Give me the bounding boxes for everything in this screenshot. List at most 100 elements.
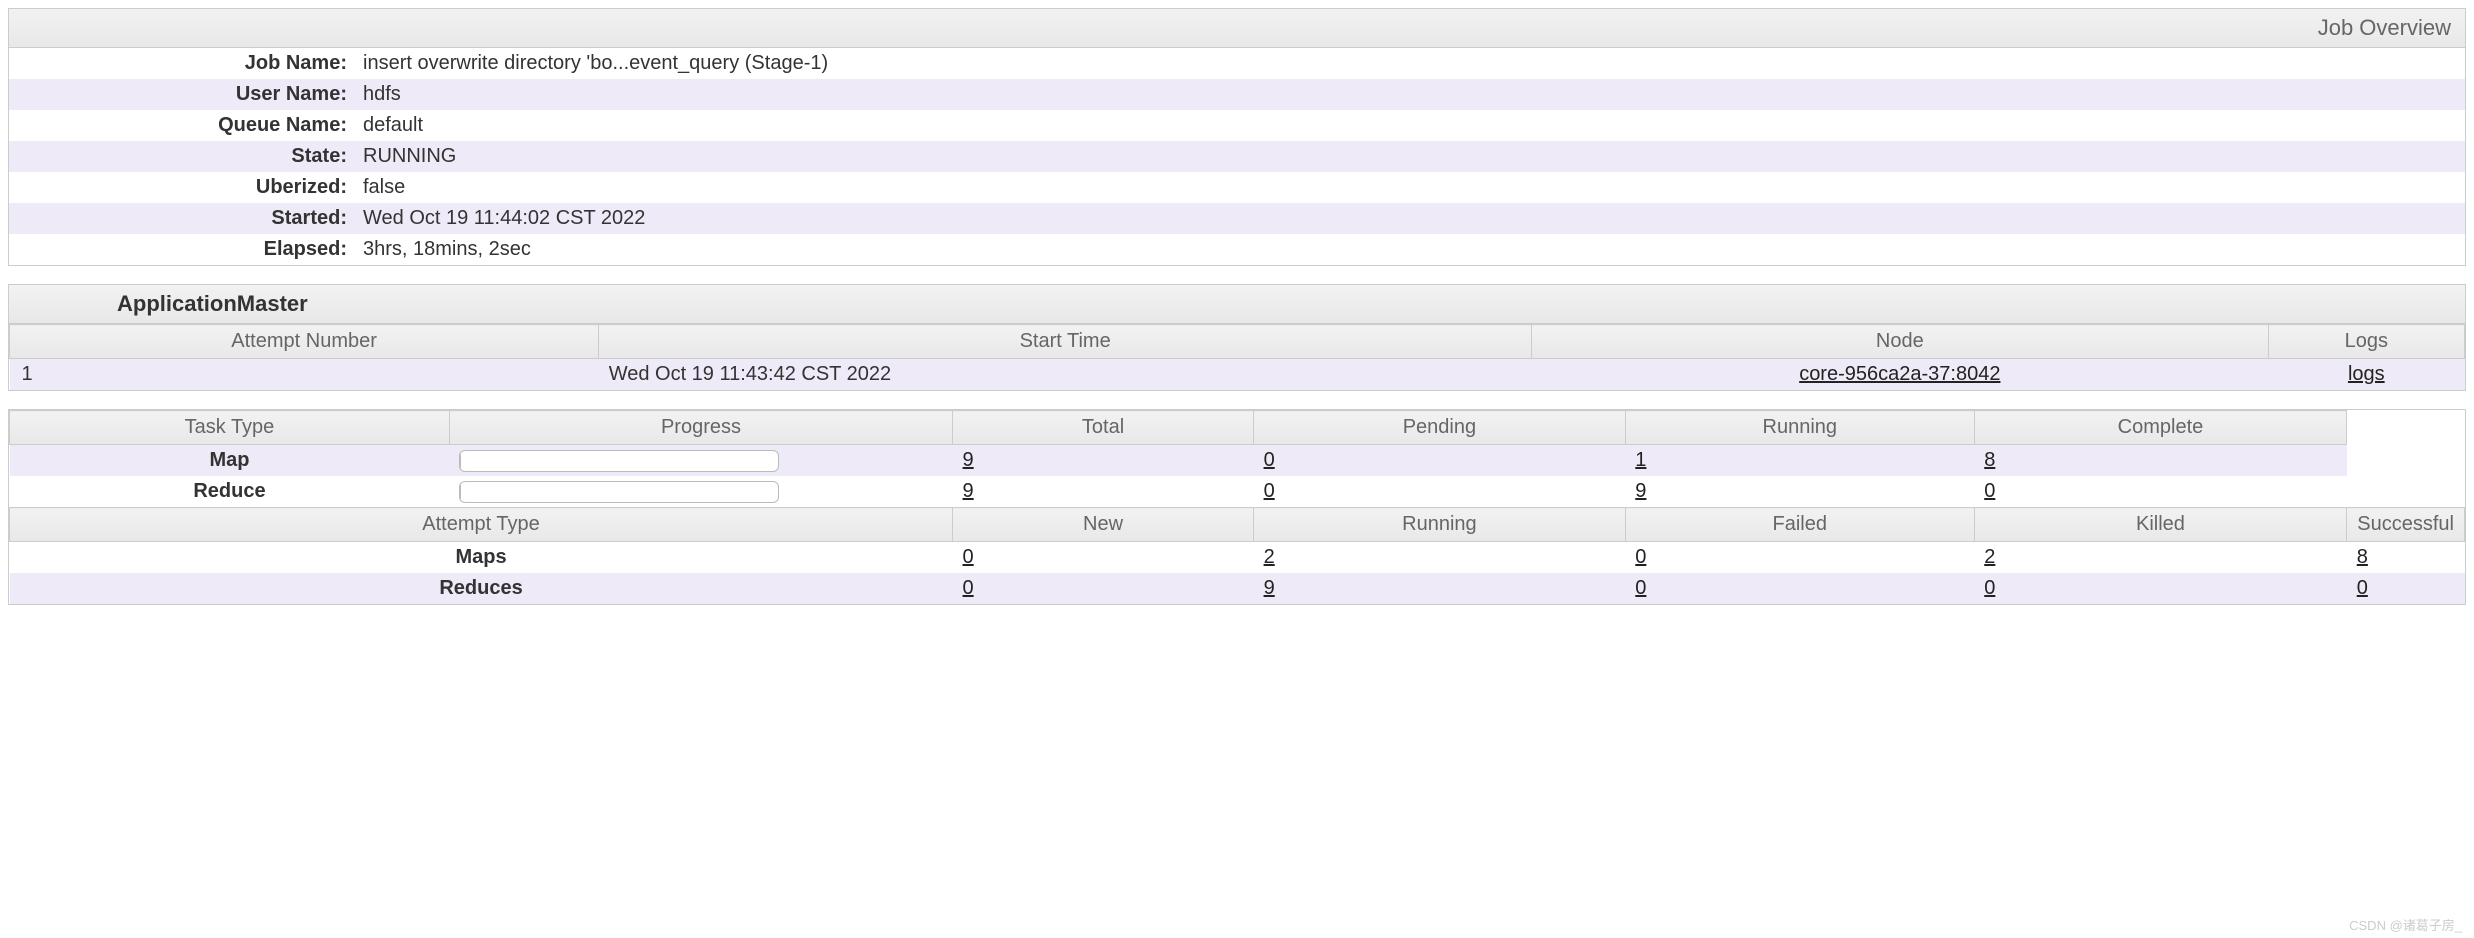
cell-logs: logs xyxy=(2268,359,2464,391)
job-overview-title: Job Overview xyxy=(9,9,2465,48)
elapsed-value: 3hrs, 18mins, 2sec xyxy=(359,238,2465,261)
reduces-successful: 0 xyxy=(2347,573,2465,604)
map-total-link[interactable]: 9 xyxy=(963,449,974,471)
attempt-row-reduces: Reduces 0 9 0 0 0 xyxy=(10,573,2465,604)
col-failed[interactable]: Failed xyxy=(1625,508,1974,542)
job-name-value: insert overwrite directory 'bo...event_q… xyxy=(359,52,2465,75)
app-master-table: Attempt Number Start Time Node Logs 1 We… xyxy=(9,324,2465,390)
map-complete-link[interactable]: 8 xyxy=(1984,449,1995,471)
row-queue-name: Queue Name: default xyxy=(9,110,2465,141)
col-running[interactable]: Running xyxy=(1625,411,1974,445)
row-state: State: RUNNING xyxy=(9,141,2465,172)
maps-running-link[interactable]: 2 xyxy=(1264,546,1275,568)
cell-attempt-number: 1 xyxy=(10,359,599,391)
table-row: 1 Wed Oct 19 11:43:42 CST 2022 core-956c… xyxy=(10,359,2465,391)
map-total: 9 xyxy=(953,445,1254,477)
col-running-attempt[interactable]: Running xyxy=(1254,508,1626,542)
reduce-running-link[interactable]: 9 xyxy=(1635,480,1646,502)
col-new[interactable]: New xyxy=(953,508,1254,542)
map-progress-fill xyxy=(460,451,461,472)
maps-successful: 8 xyxy=(2347,542,2465,574)
col-successful[interactable]: Successful xyxy=(2347,508,2465,542)
map-pending: 0 xyxy=(1254,445,1626,477)
reduces-running: 9 xyxy=(1254,573,1626,604)
col-total[interactable]: Total xyxy=(953,411,1254,445)
row-user-name: User Name: hdfs xyxy=(9,79,2465,110)
reduce-total: 9 xyxy=(953,476,1254,508)
maps-successful-link[interactable]: 8 xyxy=(2357,546,2368,568)
node-link[interactable]: core-956ca2a-37:8042 xyxy=(1799,363,2000,385)
job-name-label: Job Name: xyxy=(9,52,359,75)
cell-node: core-956ca2a-37:8042 xyxy=(1532,359,2269,391)
row-job-name: Job Name: insert overwrite directory 'bo… xyxy=(9,48,2465,79)
col-logs[interactable]: Logs xyxy=(2268,325,2464,359)
elapsed-label: Elapsed: xyxy=(9,238,359,261)
map-progress-bar xyxy=(459,450,779,472)
reduce-progress-bar xyxy=(459,481,779,503)
reduce-pending: 0 xyxy=(1254,476,1626,508)
col-attempt-number[interactable]: Attempt Number xyxy=(10,325,599,359)
reduces-successful-link[interactable]: 0 xyxy=(2357,577,2368,599)
state-value: RUNNING xyxy=(359,145,2465,168)
maps-failed-link[interactable]: 0 xyxy=(1635,546,1646,568)
reduce-progress-fill xyxy=(460,482,461,503)
row-uberized: Uberized: false xyxy=(9,172,2465,203)
started-value: Wed Oct 19 11:44:02 CST 2022 xyxy=(359,207,2465,230)
map-progress-cell xyxy=(449,445,952,477)
map-label: Map xyxy=(10,445,450,477)
reduces-new: 0 xyxy=(953,573,1254,604)
maps-label: Maps xyxy=(10,542,953,574)
reduces-failed: 0 xyxy=(1625,573,1974,604)
reduces-new-link[interactable]: 0 xyxy=(963,577,974,599)
col-killed[interactable]: Killed xyxy=(1974,508,2347,542)
attempt-row-maps: Maps 0 2 0 2 8 xyxy=(10,542,2465,574)
maps-new-link[interactable]: 0 xyxy=(963,546,974,568)
reduce-total-link[interactable]: 9 xyxy=(963,480,974,502)
reduce-label: Reduce xyxy=(10,476,450,508)
uberized-value: false xyxy=(359,176,2465,199)
row-started: Started: Wed Oct 19 11:44:02 CST 2022 xyxy=(9,203,2465,234)
cell-start-time: Wed Oct 19 11:43:42 CST 2022 xyxy=(599,359,1532,391)
watermark: CSDN @诸葛子房_ xyxy=(2349,915,2462,934)
job-overview-panel: Job Overview Job Name: insert overwrite … xyxy=(8,8,2466,266)
uberized-label: Uberized: xyxy=(9,176,359,199)
maps-killed: 2 xyxy=(1974,542,2347,574)
started-label: Started: xyxy=(9,207,359,230)
reduce-complete-link[interactable]: 0 xyxy=(1984,480,1995,502)
user-name-label: User Name: xyxy=(9,83,359,106)
reduce-complete: 0 xyxy=(1974,476,2347,508)
maps-killed-link[interactable]: 2 xyxy=(1984,546,1995,568)
task-table: Task Type Progress Total Pending Running… xyxy=(9,410,2465,604)
reduce-progress-cell xyxy=(449,476,952,508)
tasks-panel: Task Type Progress Total Pending Running… xyxy=(8,409,2466,605)
map-running: 1 xyxy=(1625,445,1974,477)
reduces-killed: 0 xyxy=(1974,573,2347,604)
maps-failed: 0 xyxy=(1625,542,1974,574)
col-task-type[interactable]: Task Type xyxy=(10,411,450,445)
reduce-pending-link[interactable]: 0 xyxy=(1264,480,1275,502)
reduces-killed-link[interactable]: 0 xyxy=(1984,577,1995,599)
reduce-running: 9 xyxy=(1625,476,1974,508)
app-master-title: ApplicationMaster xyxy=(9,285,2465,324)
queue-name-label: Queue Name: xyxy=(9,114,359,137)
row-elapsed: Elapsed: 3hrs, 18mins, 2sec xyxy=(9,234,2465,265)
maps-new: 0 xyxy=(953,542,1254,574)
col-progress[interactable]: Progress xyxy=(449,411,952,445)
map-pending-link[interactable]: 0 xyxy=(1264,449,1275,471)
queue-name-value: default xyxy=(359,114,2465,137)
maps-running: 2 xyxy=(1254,542,1626,574)
reduces-running-link[interactable]: 9 xyxy=(1264,577,1275,599)
table-header-row: Attempt Number Start Time Node Logs xyxy=(10,325,2465,359)
map-running-link[interactable]: 1 xyxy=(1635,449,1646,471)
reduces-label: Reduces xyxy=(10,573,953,604)
logs-link[interactable]: logs xyxy=(2348,363,2385,385)
col-node[interactable]: Node xyxy=(1532,325,2269,359)
reduces-failed-link[interactable]: 0 xyxy=(1635,577,1646,599)
task-row-reduce: Reduce 9 0 9 0 xyxy=(10,476,2465,508)
col-start-time[interactable]: Start Time xyxy=(599,325,1532,359)
map-complete: 8 xyxy=(1974,445,2347,477)
col-pending[interactable]: Pending xyxy=(1254,411,1626,445)
col-complete[interactable]: Complete xyxy=(1974,411,2347,445)
col-attempt-type[interactable]: Attempt Type xyxy=(10,508,953,542)
user-name-value: hdfs xyxy=(359,83,2465,106)
